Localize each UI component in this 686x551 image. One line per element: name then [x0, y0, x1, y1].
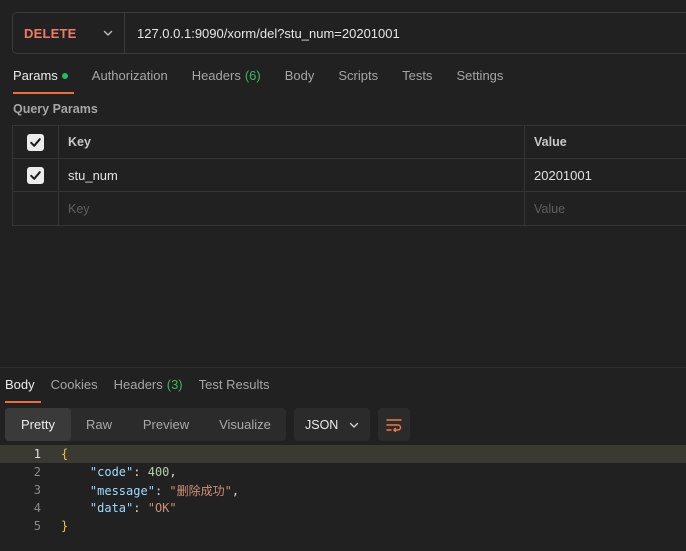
- tab-label: Body: [5, 377, 35, 392]
- response-code-view[interactable]: 1 { 2 "code": 400, 3 "message": "删除成功", …: [0, 445, 686, 535]
- json-key: "message": [89, 483, 155, 498]
- code-line: 2 "code": 400,: [0, 463, 686, 481]
- row-check-cell: [13, 192, 59, 225]
- tab-scripts[interactable]: Scripts: [338, 68, 378, 94]
- select-all-checkbox[interactable]: [27, 133, 44, 151]
- postman-window: DELETE Params Authorization Headers (6) …: [0, 0, 686, 551]
- check-icon: [30, 137, 41, 147]
- tab-label: Authorization: [91, 68, 168, 83]
- tab-body[interactable]: Body: [285, 68, 315, 94]
- table-row: stu_num 20201001: [13, 159, 686, 192]
- table-header-row: Key Value: [13, 126, 686, 159]
- json-key: "code": [89, 465, 134, 479]
- method-select[interactable]: DELETE: [13, 13, 125, 53]
- chevron-down-icon: [103, 30, 113, 36]
- json-value: "OK": [147, 501, 177, 515]
- table-row-empty: Key Value: [13, 192, 686, 225]
- tab-response-headers[interactable]: Headers (3): [114, 377, 183, 403]
- param-key-cell[interactable]: stu_num: [59, 159, 525, 191]
- code-line: 3 "message": "删除成功",: [0, 481, 686, 499]
- response-divider[interactable]: [0, 367, 686, 368]
- tab-label: Scripts: [338, 68, 379, 83]
- params-active-dot: [61, 73, 68, 79]
- pretty-button[interactable]: Pretty: [5, 408, 71, 441]
- param-value-cell[interactable]: 20201001: [525, 159, 686, 191]
- tab-label: Params: [13, 68, 58, 83]
- response-headers-count: (3): [166, 377, 183, 392]
- new-key-input[interactable]: Key: [59, 192, 525, 225]
- request-url-bar: DELETE: [12, 12, 686, 54]
- tab-label: Body: [284, 68, 315, 83]
- request-tabs: Params Authorization Headers (6) Body Sc…: [13, 68, 527, 94]
- wrap-lines-button[interactable]: [378, 408, 410, 441]
- tab-label: Settings: [456, 68, 504, 83]
- tab-settings[interactable]: Settings: [456, 68, 503, 94]
- tab-label: Headers: [191, 68, 241, 83]
- close-brace: }: [61, 519, 69, 533]
- row-check-cell: [13, 159, 59, 191]
- row-checkbox[interactable]: [27, 166, 44, 184]
- tab-test-results[interactable]: Test Results: [199, 377, 270, 403]
- format-toggle-group: Pretty Raw Preview Visualize: [5, 408, 286, 441]
- tab-cookies[interactable]: Cookies: [51, 377, 98, 403]
- json-value: 400: [147, 465, 170, 479]
- format-language-label: JSON: [305, 417, 339, 432]
- tab-headers[interactable]: Headers (6): [192, 68, 261, 94]
- chevron-down-icon: [349, 422, 359, 428]
- open-brace: {: [61, 447, 69, 461]
- line-number: 4: [33, 501, 41, 515]
- response-tabs: Body Cookies Headers (3) Test Results: [5, 377, 285, 403]
- query-params-title: Query Params: [13, 102, 98, 116]
- line-number: 5: [33, 519, 41, 533]
- raw-button[interactable]: Raw: [71, 408, 127, 441]
- method-label: DELETE: [24, 25, 77, 41]
- json-value: "删除成功": [169, 483, 232, 498]
- tab-label: Test Results: [198, 377, 270, 392]
- wrap-lines-icon: [386, 418, 402, 432]
- value-column-header: Value: [534, 135, 567, 149]
- tab-label: Tests: [402, 68, 433, 83]
- json-key: "data": [89, 501, 134, 515]
- visualize-button[interactable]: Visualize: [205, 408, 285, 441]
- check-icon: [30, 170, 41, 180]
- tab-label: Headers: [113, 377, 163, 392]
- code-line: 5 }: [0, 517, 686, 535]
- query-params-table: Key Value stu_num 20201001 Key Value: [12, 125, 686, 226]
- preview-button[interactable]: Preview: [127, 408, 205, 441]
- select-all-cell: [13, 126, 59, 158]
- code-line: 4 "data": "OK": [0, 499, 686, 517]
- headers-count: (6): [244, 68, 261, 83]
- new-value-input[interactable]: Value: [525, 192, 686, 225]
- tab-params[interactable]: Params: [13, 68, 74, 94]
- line-number: 2: [33, 465, 41, 479]
- line-number: 3: [33, 483, 41, 497]
- key-column-header: Key: [59, 126, 525, 158]
- url-input[interactable]: [125, 13, 686, 53]
- tab-authorization[interactable]: Authorization: [92, 68, 168, 94]
- tab-label: Cookies: [50, 377, 98, 392]
- code-line: 1 {: [0, 445, 686, 463]
- tab-tests[interactable]: Tests: [402, 68, 432, 94]
- format-language-select[interactable]: JSON: [294, 408, 370, 441]
- line-number: 1: [33, 447, 41, 461]
- tab-response-body[interactable]: Body: [5, 377, 41, 403]
